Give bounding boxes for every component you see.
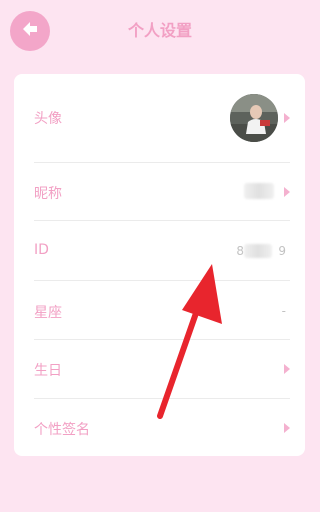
nickname-value-redacted	[244, 183, 274, 199]
row-label-birthday: 生日	[34, 363, 62, 379]
chevron-right-icon	[284, 423, 290, 433]
settings-row-id: ID 8 9	[34, 221, 290, 280]
id-value-end: 9	[278, 244, 286, 258]
settings-row-signature[interactable]: 个性签名	[34, 399, 290, 456]
chevron-right-icon	[284, 187, 290, 197]
chevron-right-icon	[284, 113, 290, 123]
avatar	[230, 94, 278, 142]
row-label-avatar: 头像	[34, 111, 62, 127]
settings-row-birthday[interactable]: 生日	[34, 340, 290, 398]
chevron-right-icon	[284, 364, 290, 374]
row-label-id: ID	[34, 242, 49, 258]
settings-row-nickname[interactable]: 昵称	[34, 163, 290, 220]
settings-row-avatar[interactable]: 头像	[34, 74, 290, 162]
row-label-constellation: 星座	[34, 305, 62, 321]
id-value-start: 8	[236, 244, 244, 258]
header: 个人设置	[0, 0, 320, 62]
settings-row-constellation[interactable]: 星座 -	[34, 281, 290, 339]
id-value-redacted	[244, 244, 272, 258]
page-title: 个人设置	[127, 21, 192, 40]
row-label-nickname: 昵称	[34, 186, 62, 202]
constellation-value: -	[281, 304, 286, 318]
row-label-signature: 个性签名	[34, 422, 90, 438]
settings-card: 头像 昵称 ID 8 9 星座 - 生日 个性签名	[14, 74, 305, 456]
